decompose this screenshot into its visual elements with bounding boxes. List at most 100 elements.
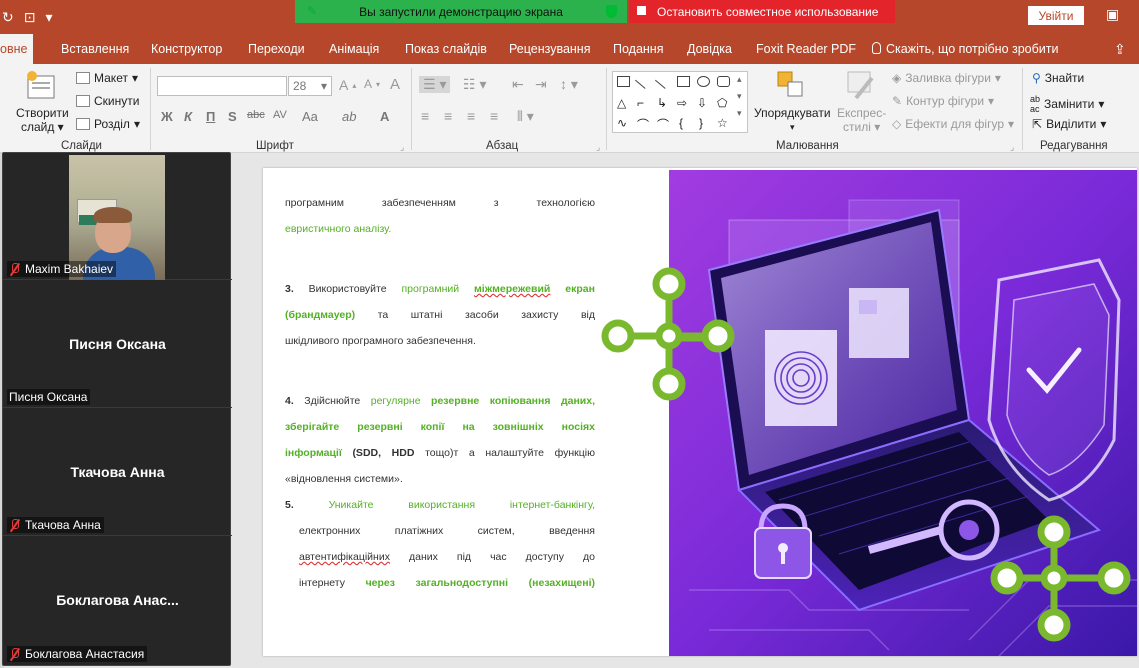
drawing-dialog-launcher-icon[interactable]: ⌟ [1010,142,1014,153]
customize-qat-icon[interactable]: ▾ [45,9,52,26]
right-arrow-shape-icon[interactable]: ⇨ [677,96,687,110]
tab-help[interactable]: Довідка [681,34,738,64]
font-color-button[interactable]: A [380,109,389,124]
shapes-gallery[interactable]: △ ⌐ ↳ ⇨ ⇩ ⬠ ∿ ⌒ ⌒ { } ☆ ▴ ▾ ▾ [612,71,748,133]
quick-styles-icon[interactable] [846,70,876,100]
tab-insert[interactable]: Вставлення [55,34,135,64]
increase-indent-icon[interactable]: ⇥ [535,76,547,93]
bold-button[interactable]: Ж [161,109,173,124]
textbox-shape-icon[interactable] [617,76,630,87]
stop-sharing-label: Остановить совместное использование [657,4,879,19]
participant-name-display: Ткачова Анна [70,464,165,480]
align-center-icon[interactable]: ≡ [444,108,452,124]
curve-shape-icon[interactable]: ∿ [617,116,627,130]
find-label: Знайти [1044,71,1085,85]
quick-styles-button[interactable]: Експрес-стилі ▾ [837,106,886,134]
arrange-button[interactable]: Упорядкувати ▾ [754,106,831,133]
stop-sharing-button[interactable]: Остановить совместное использование [629,0,895,23]
cybersecurity-illustration[interactable] [669,170,1137,656]
participant-tile[interactable]: Боклагова Анас... Боклагова Анастасия [3,537,232,664]
tab-review[interactable]: Рецензування [503,34,596,64]
reset-button[interactable]: Скинути [76,94,139,108]
pentagon-shape-icon[interactable]: ⬠ [717,96,727,110]
section-button[interactable]: Розділ ▾ [76,117,140,131]
align-right-icon[interactable]: ≡ [467,108,475,124]
font-dialog-launcher-icon[interactable]: ⌟ [400,142,404,153]
rounded-rect-shape-icon[interactable] [717,76,730,87]
font-name-input[interactable] [157,76,287,96]
tell-me-search[interactable]: Скажіть, що потрібно зробити [866,34,1065,64]
item3-text-c: міжмережевий [474,283,551,295]
arrow-shape-icon[interactable] [654,72,673,89]
tab-view[interactable]: Подання [607,34,669,64]
section-label: Розділ [94,117,130,131]
start-slideshow-icon[interactable]: ⊡ [24,9,36,26]
decrease-font-icon[interactable]: A ▾ [364,77,380,91]
slide-textbox[interactable]: програмним забезпеченням з технологією е… [285,190,595,596]
oval-shape-icon[interactable] [697,76,710,87]
replace-button[interactable]: ab ac Замінити ▾ [1030,94,1104,114]
underline-button[interactable]: П [206,109,215,124]
layout-button[interactable]: Макет ▾ [76,71,138,85]
change-case-button[interactable]: Aa [302,109,318,124]
tab-animations[interactable]: Анімація [323,34,385,64]
align-left-icon[interactable]: ≡ [421,108,429,124]
rectangle-shape-icon[interactable] [677,76,690,87]
tab-slideshow[interactable]: Показ слайдів [399,34,493,64]
triangle-shape-icon[interactable]: △ [617,96,626,110]
list-item-5: 5. Уникайте використання інтернет-банкін… [285,492,595,596]
columns-icon[interactable]: ⫴ ▾ [517,108,534,125]
ribbon-display-options-icon[interactable]: ▣ [1106,6,1119,23]
font-size-input[interactable]: 28 ▾ [288,76,332,96]
brace-right-shape-icon[interactable]: } [699,116,703,130]
share-icon[interactable]: ⇪ [1108,34,1132,64]
connector-shape-icon[interactable]: ↳ [657,96,667,110]
item5-text-e: інтернету [299,577,345,589]
find-button[interactable]: ⚲ Знайти [1032,71,1084,85]
new-slide-button[interactable]: Створити слайд ▾ [16,106,69,134]
numbering-icon[interactable]: ☷ ▾ [463,76,486,93]
pin-icon[interactable]: ✎ [307,4,317,18]
list-item-3: 3. Використовуйте програмний міжмережеви… [285,276,595,354]
tab-design[interactable]: Конструктор [145,34,228,64]
justify-icon[interactable]: ≡ [490,108,498,124]
shapes-scroll[interactable]: ▴ ▾ ▾ [737,74,742,119]
tab-home[interactable]: овне [0,34,34,64]
character-spacing-button[interactable]: AV [273,109,287,121]
strikethrough-button[interactable]: abc [247,109,265,121]
decrease-indent-icon[interactable]: ⇤ [512,76,524,93]
wave-shape-icon[interactable]: ⌒ [657,116,669,133]
new-slide-icon[interactable] [26,70,58,100]
item4-text-c: резервне копіювання [431,395,551,407]
participant-tile[interactable]: Ткачова Анна Ткачова Анна [3,409,232,536]
down-arrow-shape-icon[interactable]: ⇩ [697,96,707,110]
redo-icon[interactable]: ↻ [2,9,14,26]
increase-font-icon[interactable]: A ▴ [339,77,356,93]
slide-canvas[interactable]: програмним забезпеченням з технологією е… [263,168,1137,656]
participant-tile[interactable]: Писня Оксана Писня Оксана [3,281,232,408]
tab-transitions[interactable]: Переходи [242,34,311,64]
shape-effects-label: Ефекти для фігур [905,117,1004,131]
clear-formatting-icon[interactable]: A [390,76,400,93]
bullets-icon[interactable]: ☰ ▾ [419,76,451,93]
brace-left-shape-icon[interactable]: { [679,116,683,130]
line-shape-icon[interactable] [634,72,653,89]
italic-button[interactable]: К [184,109,192,124]
tab-foxit-reader[interactable]: Foxit Reader PDF [750,34,862,64]
highlight-icon[interactable]: ab [342,109,356,124]
sign-in-button[interactable]: Увійти [1028,6,1084,25]
shape-outline-button[interactable]: ✎ Контур фігури ▾ [892,94,994,108]
elbow-shape-icon[interactable]: ⌐ [637,96,644,110]
participant-tile[interactable]: Maxim Bakhaiev [3,153,232,280]
text-shadow-button[interactable]: S [228,109,237,124]
shape-effects-button[interactable]: ◇ Ефекти для фігур ▾ [892,117,1014,131]
section-icon [76,118,90,130]
line-spacing-icon[interactable]: ↕ ▾ [560,76,578,93]
shape-fill-button[interactable]: ◈ Заливка фігури ▾ [892,71,1001,85]
arrange-icon[interactable] [776,70,806,100]
select-button[interactable]: ⇱ Виділити ▾ [1032,117,1106,131]
paragraph-dialog-launcher-icon[interactable]: ⌟ [596,142,600,153]
item3-number: 3. [285,283,294,295]
arc-shape-icon[interactable]: ⌒ [637,116,649,133]
star-shape-icon[interactable]: ☆ [717,116,728,130]
